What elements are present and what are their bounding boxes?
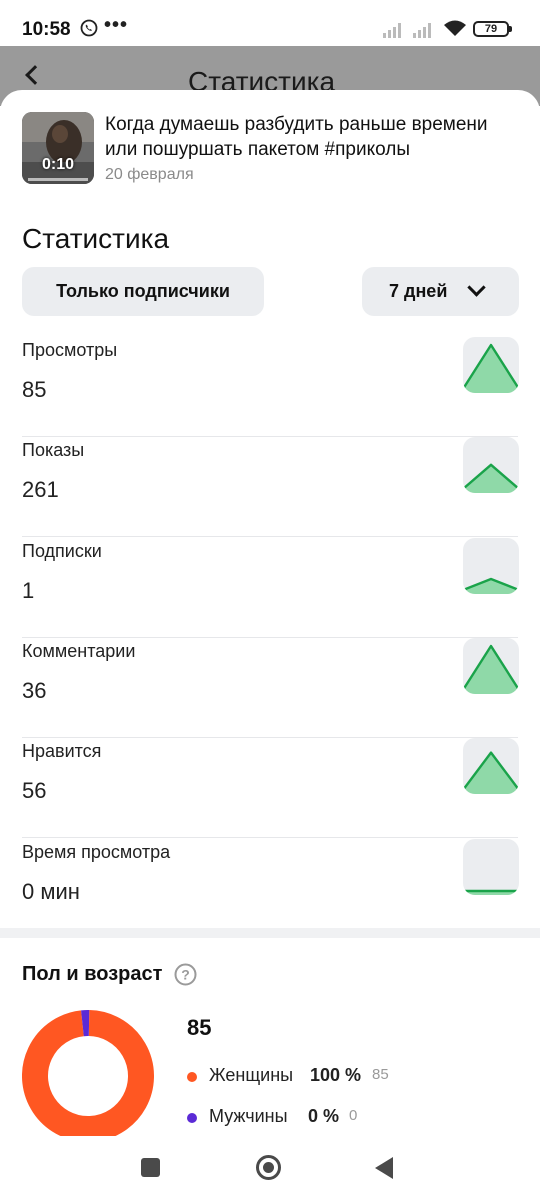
battery-level: 79 [484, 23, 498, 35]
video-title: Когда думаешь разбудить раньше времени и… [105, 114, 488, 160]
back-arrow-icon [25, 65, 45, 85]
stat-row[interactable]: Нравится 56 [22, 738, 519, 838]
home-button[interactable] [256, 1155, 281, 1180]
video-date: 20 февраля [105, 166, 194, 183]
gender-age-heading: Пол и возраст [22, 963, 163, 985]
stat-value: 85 [22, 377, 47, 402]
viber-icon [80, 19, 98, 37]
period-dropdown[interactable]: 7 дней [362, 267, 519, 316]
stat-value: 261 [22, 477, 59, 502]
recent-apps-button[interactable] [141, 1158, 160, 1177]
trend-sparkline [463, 839, 519, 895]
wifi-icon [444, 20, 466, 36]
system-navigation-bar [0, 1136, 540, 1200]
legend-count: 0 [349, 1107, 358, 1124]
trend-sparkline [463, 437, 519, 493]
trend-sparkline [463, 738, 519, 794]
legend-count: 85 [372, 1066, 389, 1083]
stat-row[interactable]: Просмотры 85 [22, 337, 519, 437]
chevron-down-icon [467, 278, 486, 297]
stat-value: 56 [22, 778, 47, 803]
svg-text:?: ? [181, 967, 190, 983]
more-notifications-icon: ••• [104, 14, 129, 36]
subscribers-only-filter[interactable]: Только подписчики [22, 267, 264, 316]
stat-row[interactable]: Показы 261 [22, 437, 519, 537]
period-label: 7 дней [389, 281, 448, 301]
legend-percent: 0 % [308, 1106, 340, 1126]
stat-row[interactable]: Комментарии 36 [22, 638, 519, 738]
trend-sparkline [463, 337, 519, 393]
trend-sparkline [463, 638, 519, 694]
status-bar: 10:58 ••• 79 [0, 0, 540, 46]
demographics-total: 85 [187, 1015, 212, 1040]
video-duration: 0:10 [41, 156, 75, 173]
help-icon[interactable]: ? [174, 963, 197, 986]
status-time: 10:58 [22, 19, 71, 40]
stat-label: Нравится [22, 741, 102, 761]
battery-tip [509, 26, 512, 32]
battery-icon: 79 [473, 21, 509, 37]
signal-icon [383, 23, 401, 38]
video-info[interactable]: 0:10 Когда думаешь разбудить раньше врем… [22, 112, 522, 186]
stat-row[interactable]: Время просмотра 0 мин [22, 839, 519, 939]
stat-label: Время просмотра [22, 842, 171, 862]
trend-sparkline [463, 538, 519, 594]
legend-color-dot [187, 1113, 197, 1123]
stat-value: 1 [22, 578, 35, 603]
stat-divider [22, 536, 518, 537]
back-button[interactable] [375, 1157, 393, 1179]
section-separator [0, 928, 540, 938]
stat-label: Подписки [22, 541, 102, 561]
stat-label: Просмотры [22, 340, 118, 360]
stat-row[interactable]: Подписки 1 [22, 538, 519, 638]
legend-color-dot [187, 1072, 197, 1082]
legend-label: Мужчины [209, 1106, 288, 1126]
stat-label: Показы [22, 440, 85, 460]
signal-icon [413, 23, 431, 38]
gender-donut-chart [22, 1010, 154, 1142]
stat-value: 36 [22, 678, 47, 703]
donut-slice [22, 1010, 154, 1142]
statistics-heading: Статистика [22, 223, 170, 254]
legend-percent: 100 % [310, 1065, 362, 1085]
stat-value: 0 мин [22, 879, 80, 904]
stat-label: Комментарии [22, 641, 136, 661]
video-thumbnail[interactable]: 0:10 [22, 112, 94, 184]
statistics-sheet: 0:10 Когда думаешь разбудить раньше врем… [0, 90, 540, 1200]
stat-divider [22, 837, 518, 838]
legend-label: Женщины [209, 1065, 294, 1085]
